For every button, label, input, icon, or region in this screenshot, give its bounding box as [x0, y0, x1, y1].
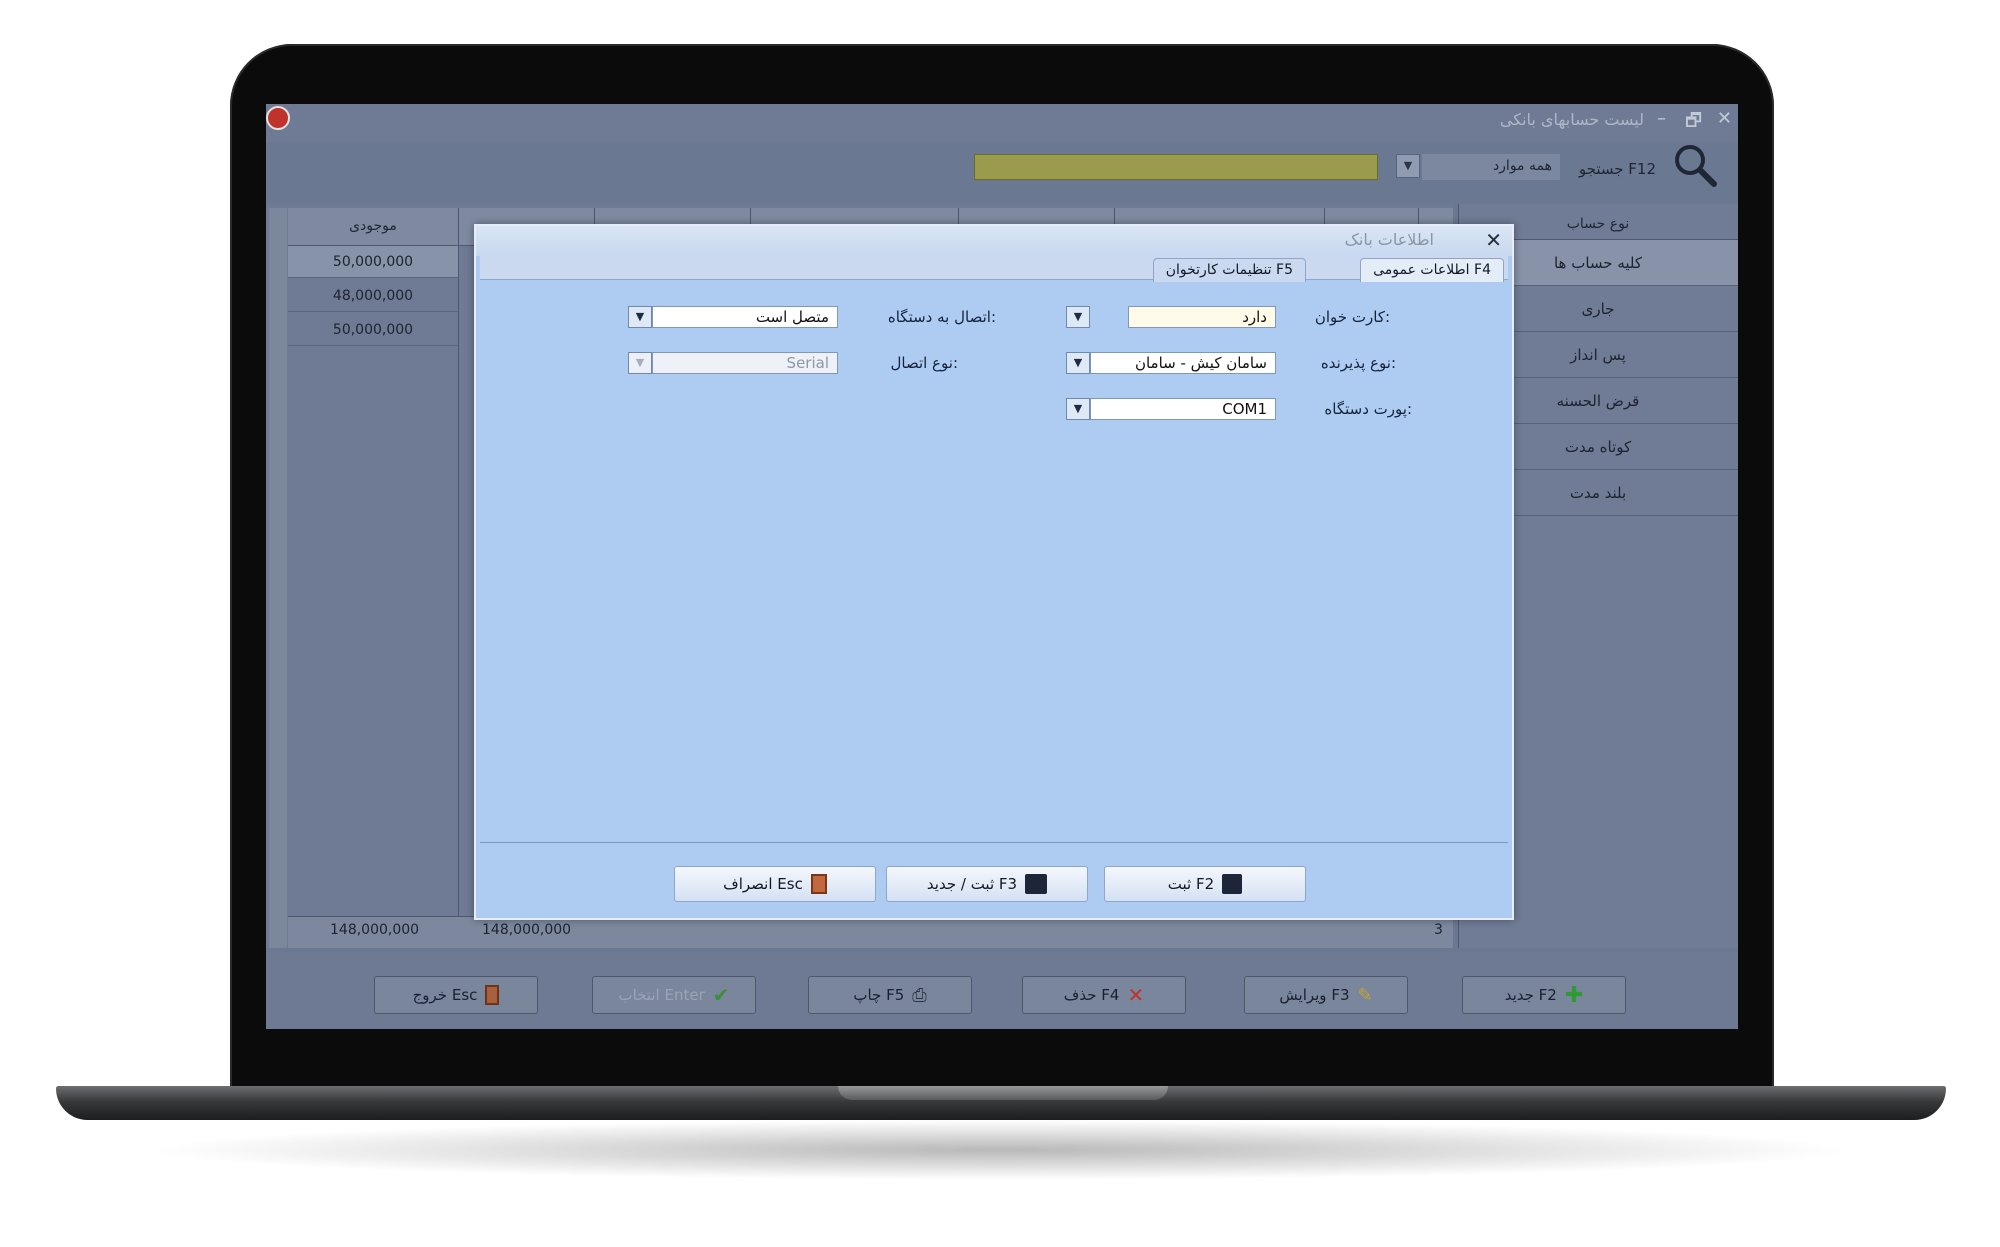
device-connection-label: اتصال به دستگاه:	[887, 308, 996, 326]
delete-button[interactable]: حذف F4 ✕	[1022, 976, 1186, 1014]
app-icon[interactable]	[266, 106, 290, 130]
connection-type-select[interactable]: Serial	[652, 352, 838, 374]
dialog-body: کارت خوان: دارد ▼ نوع پذیرنده: سامان کیش…	[480, 282, 1508, 842]
select-button[interactable]: انتخاب Enter ✔	[592, 976, 756, 1014]
checkmark-icon: ✔	[712, 983, 730, 1007]
chevron-down-icon[interactable]: ▼	[1066, 306, 1090, 328]
minimize-button[interactable]: –	[1657, 108, 1666, 129]
delete-x-icon: ✕	[1127, 983, 1145, 1007]
select-button-label: انتخاب Enter	[618, 986, 705, 1004]
tab-strip	[480, 256, 1508, 280]
table-row[interactable]: 50,000,000	[288, 246, 458, 278]
chevron-down-icon[interactable]: ▼	[628, 352, 652, 374]
column-header-balance[interactable]: موجودی	[288, 218, 458, 234]
table-row[interactable]: 50,000,000	[288, 314, 458, 346]
acceptor-type-select[interactable]: سامان کیش - سامان	[1090, 352, 1276, 374]
restore-button[interactable]: 🗗	[1685, 108, 1702, 138]
print-button[interactable]: چاپ F5 ⎙	[808, 976, 972, 1014]
laptop-shadow	[140, 1120, 1860, 1180]
print-button-label: چاپ F5	[853, 986, 905, 1004]
search-label: جستجو F12	[1578, 160, 1656, 178]
bank-info-dialog: اطلاعات بانک ✕ اطلاعات عمومی F4 تنظیمات …	[474, 224, 1514, 920]
dialog-title: اطلاعات بانک	[1344, 230, 1434, 249]
save-button-label: ثبت F2	[1167, 875, 1215, 893]
tab-general-info[interactable]: اطلاعات عمومی F4	[1360, 258, 1504, 282]
plus-icon: ✚	[1564, 982, 1584, 1008]
footer-count: 3	[1434, 922, 1443, 938]
card-reader-select[interactable]: دارد	[1128, 306, 1276, 328]
cancel-button-label: انصراف Esc	[723, 875, 803, 893]
pencil-icon: ✎	[1357, 984, 1373, 1006]
vertical-scrollbar[interactable]	[269, 208, 287, 948]
new-button[interactable]: جدید F2 ✚	[1462, 976, 1626, 1014]
table-row[interactable]: 48,000,000	[288, 280, 458, 312]
floppy-double-icon	[1025, 874, 1048, 894]
door-icon	[810, 874, 827, 894]
new-button-label: جدید F2	[1504, 986, 1557, 1004]
search-icon[interactable]	[1672, 142, 1718, 188]
chevron-down-icon[interactable]: ▼	[628, 306, 652, 328]
cancel-button[interactable]: انصراف Esc	[674, 866, 876, 902]
screen: لیست حسابهای بانکی – 🗗 ✕ جستجو F12 همه م…	[266, 104, 1738, 1029]
window-titlebar: لیست حسابهای بانکی – 🗗 ✕	[266, 104, 1738, 142]
chevron-down-icon[interactable]: ▼	[1066, 398, 1090, 420]
card-reader-label: کارت خوان:	[1314, 308, 1390, 326]
device-connection-select[interactable]: متصل است	[652, 306, 838, 328]
footer-total-2: 148,000,000	[482, 922, 572, 938]
save-button[interactable]: ثبت F2	[1104, 866, 1306, 902]
exit-button-label: خروج Esc	[412, 986, 478, 1004]
search-input[interactable]	[974, 154, 1378, 180]
edit-button[interactable]: ویرایش F3 ✎	[1244, 976, 1408, 1014]
dialog-titlebar: اطلاعات بانک ✕	[476, 226, 1512, 256]
floppy-icon	[1222, 874, 1243, 894]
column-divider	[458, 208, 459, 948]
close-icon[interactable]: ✕	[1485, 228, 1502, 252]
dialog-separator	[480, 842, 1508, 843]
door-icon	[485, 985, 500, 1005]
device-port-label: پورت دستگاه:	[1324, 400, 1412, 418]
acceptor-type-label: نوع پذیرنده:	[1320, 354, 1396, 372]
delete-button-label: حذف F4	[1063, 986, 1120, 1004]
device-port-select[interactable]: COM1	[1090, 398, 1276, 420]
grid-footer	[288, 916, 1453, 948]
tab-card-reader-settings[interactable]: تنظیمات کارتخوان F5	[1152, 258, 1306, 282]
window-title: لیست حسابهای بانکی	[1499, 110, 1644, 129]
printer-icon: ⎙	[912, 984, 927, 1006]
chevron-down-icon[interactable]: ▼	[1396, 154, 1420, 178]
chevron-down-icon[interactable]: ▼	[1066, 352, 1090, 374]
exit-button[interactable]: خروج Esc	[374, 976, 538, 1014]
save-new-button-label: ثبت / جدید F3	[926, 875, 1018, 893]
save-new-button[interactable]: ثبت / جدید F3	[886, 866, 1088, 902]
footer-total-balance: 148,000,000	[330, 922, 420, 938]
close-button[interactable]: ✕	[1717, 108, 1732, 129]
edit-button-label: ویرایش F3	[1279, 986, 1350, 1004]
search-scope-select[interactable]: همه موارد	[1422, 154, 1560, 180]
connection-type-label: نوع اتصال:	[890, 354, 958, 372]
laptop-notch	[838, 1086, 1168, 1100]
